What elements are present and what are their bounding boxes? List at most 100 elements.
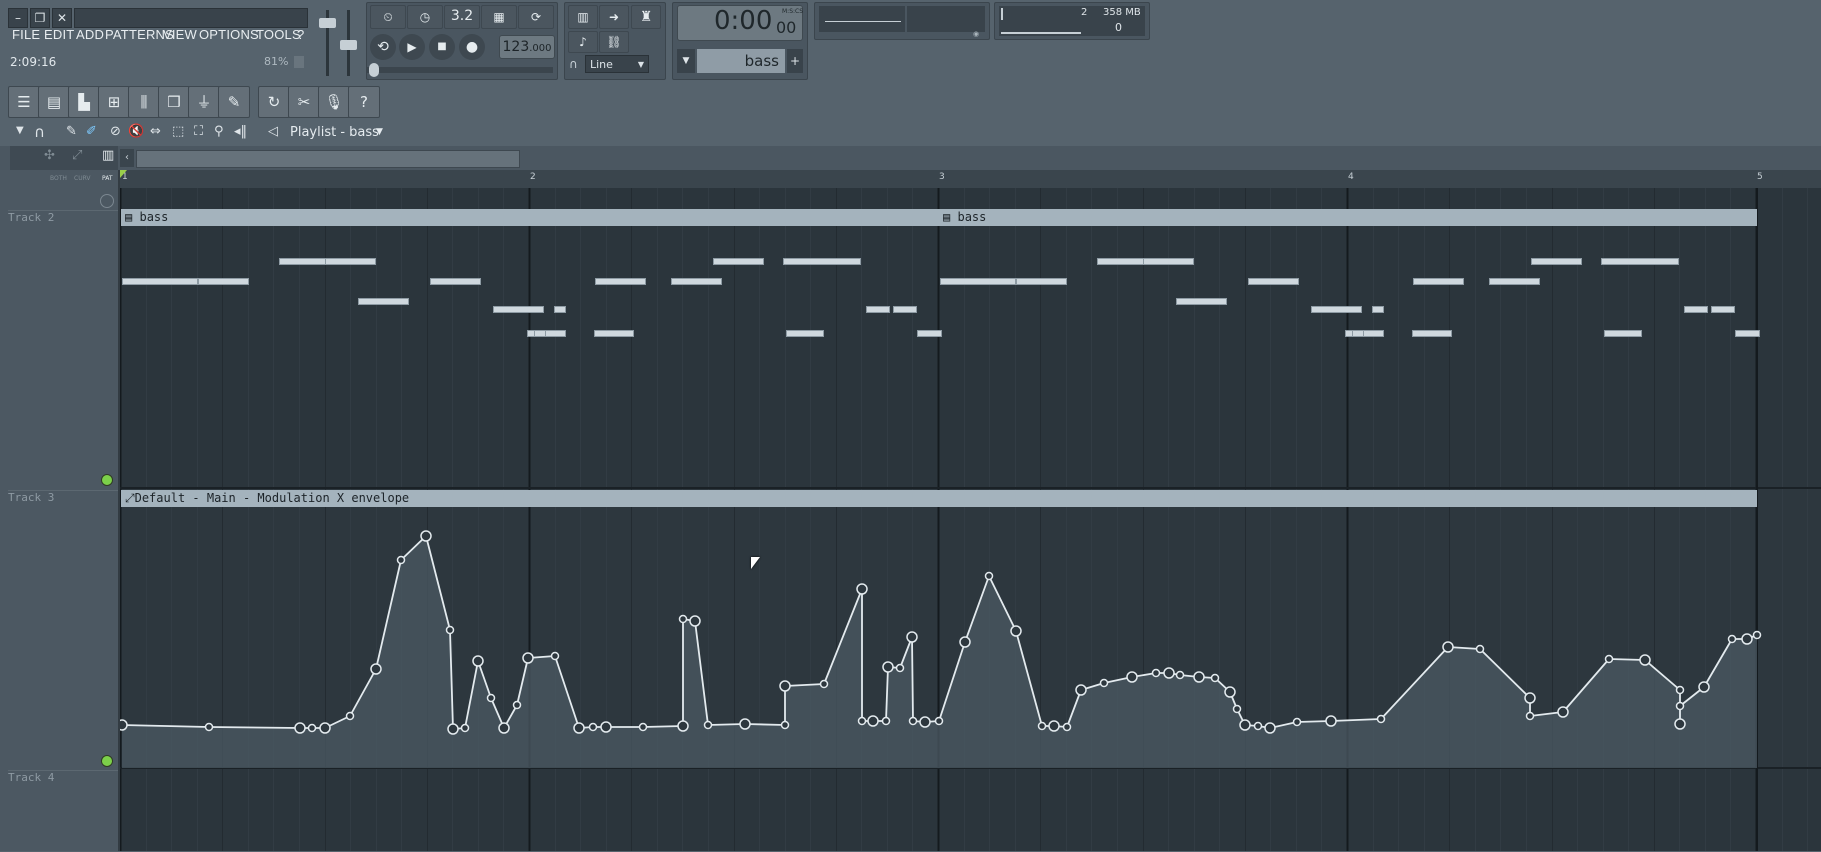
- menu-options[interactable]: OPTIONS: [199, 24, 259, 46]
- scope-toggle-icon[interactable]: ◉: [973, 30, 983, 38]
- playlist-icon[interactable]: ☰: [8, 86, 40, 118]
- menu-help[interactable]: ?: [297, 24, 304, 46]
- link-icon[interactable]: ⛓: [599, 31, 629, 53]
- envelope-tension-handle: [1037, 721, 1047, 731]
- stop-icon[interactable]: ■: [429, 34, 455, 60]
- step-edit-icon[interactable]: ▦: [481, 5, 517, 29]
- pattern-prev-icon[interactable]: ▼: [677, 49, 695, 73]
- envelope-tension-handle: [396, 555, 406, 565]
- loop-record-icon[interactable]: ⟳: [518, 5, 554, 29]
- tempo-tap-icon[interactable]: ⏲: [370, 5, 406, 29]
- master-pitch-slider[interactable]: [340, 40, 357, 50]
- delete-icon[interactable]: ⊘: [110, 124, 121, 139]
- snap-select[interactable]: Line ▼: [585, 55, 649, 73]
- select-icon[interactable]: ⛶: [194, 124, 203, 139]
- plugin-icon[interactable]: ⏚: [188, 86, 220, 118]
- chevron-down-icon: ▼: [637, 60, 644, 69]
- envelope-tension-handle: [1475, 644, 1485, 654]
- song-position-bar[interactable]: [367, 67, 553, 73]
- menu-view[interactable]: VIEW: [163, 24, 197, 46]
- slip-icon[interactable]: ⇔: [150, 124, 161, 139]
- envelope-tension-handle: [1151, 668, 1161, 678]
- envelope-point: [1264, 722, 1276, 734]
- brush-icon[interactable]: ✐: [86, 124, 97, 139]
- track-add-icon[interactable]: [100, 194, 114, 208]
- play-icon[interactable]: ▶: [399, 34, 425, 60]
- envelope-point: [1048, 720, 1060, 732]
- metronome-clock-icon[interactable]: ◷: [407, 5, 443, 29]
- channel-rack-icon[interactable]: ▤: [38, 86, 70, 118]
- automation-envelope[interactable]: [120, 188, 1821, 851]
- slice-icon[interactable]: ⬚: [172, 124, 184, 139]
- mixer-icon[interactable]: ⫼: [128, 86, 160, 118]
- pattern-step-display[interactable]: 3.2: [444, 5, 480, 29]
- envelope-tension-handle: [307, 723, 317, 733]
- zoom-icon[interactable]: ⚲: [214, 124, 224, 139]
- piano-icon[interactable]: ▥: [568, 5, 598, 29]
- mode-label-pat[interactable]: PAT: [102, 175, 113, 182]
- playlist-menu-icon[interactable]: ▼: [16, 125, 24, 136]
- track-header-4[interactable]: Track 4: [8, 770, 118, 852]
- envelope-tension-handle: [588, 722, 598, 732]
- pattern-selector[interactable]: bass: [697, 49, 785, 73]
- envelope-point: [600, 721, 612, 733]
- playback-icon[interactable]: ◂‖: [234, 124, 247, 139]
- envelope-point: [906, 631, 918, 643]
- track-2-active-icon[interactable]: [101, 474, 113, 486]
- horizontal-scrollbar[interactable]: [136, 150, 520, 168]
- curve-icon[interactable]: ⤢: [72, 148, 82, 163]
- snap-panel: ▥ ➜ ♜ ♪ ⛓ ∩ Line ▼: [564, 2, 666, 80]
- mode-label-curv[interactable]: CURV: [74, 175, 91, 182]
- song-position-handle[interactable]: [369, 63, 379, 77]
- audio-icon[interactable]: ✣: [44, 148, 55, 163]
- mode-label-both[interactable]: BOTH: [50, 175, 67, 182]
- menu-tools[interactable]: TOOLS: [256, 24, 301, 46]
- envelope-tension-handle: [1232, 704, 1242, 714]
- loop-icon[interactable]: ⟲: [370, 34, 396, 60]
- envelope-tension-handle: [204, 722, 214, 732]
- tempo-display[interactable]: 123.000: [499, 35, 555, 59]
- envelope-tension-handle: [1752, 630, 1762, 640]
- track-3-active-icon[interactable]: [101, 755, 113, 767]
- magnet-icon[interactable]: ∩: [569, 57, 583, 71]
- magnet-icon[interactable]: ∩: [34, 123, 45, 141]
- playlist-title[interactable]: Playlist - bass: [290, 125, 379, 140]
- time-panel: 0:00 00 M:S:CS ▼ bass +: [672, 2, 808, 80]
- song-time: 2:09:16: [10, 55, 57, 69]
- playlist-grid[interactable]: ▤ bass ▤ bass ⤢Default - Main - Modulati…: [120, 188, 1821, 851]
- microphone-icon[interactable]: 🎙: [318, 86, 350, 118]
- mute-icon[interactable]: 🔇: [128, 124, 144, 139]
- performance-meter: 2 358 MB 0: [999, 6, 1145, 36]
- scroll-left-icon[interactable]: ‹: [120, 149, 134, 167]
- scissors-icon[interactable]: ✂: [288, 86, 320, 118]
- menu-add[interactable]: ADD: [76, 24, 104, 46]
- timeline-ruler[interactable]: 1 2 3 4 5: [120, 170, 1821, 188]
- bar-5: 5: [1757, 172, 1763, 182]
- pencil-icon[interactable]: ✎: [66, 124, 77, 139]
- master-volume-slider[interactable]: [319, 18, 336, 28]
- envelope-point: [919, 716, 931, 728]
- record-icon[interactable]: ●: [459, 34, 485, 60]
- track-header-2[interactable]: Track 2: [8, 210, 118, 489]
- playhead-marker[interactable]: [120, 170, 127, 178]
- metronome-icon[interactable]: ♜: [631, 5, 661, 29]
- project-icon[interactable]: ❒: [158, 86, 190, 118]
- chevron-down-icon[interactable]: ▼: [376, 127, 383, 137]
- pin-icon[interactable]: ✎: [218, 86, 250, 118]
- pencil-typing-icon[interactable]: ♪: [568, 31, 598, 53]
- pattern-icon[interactable]: ▥: [102, 148, 114, 163]
- arrow-right-icon[interactable]: ➜: [599, 5, 629, 29]
- envelope-tension-handle: [345, 711, 355, 721]
- piano-roll-icon[interactable]: ▙: [68, 86, 100, 118]
- envelope-tension-handle: [1675, 701, 1685, 711]
- help-icon[interactable]: ?: [348, 86, 380, 118]
- menu-file[interactable]: FILE: [12, 24, 40, 46]
- track-header-3[interactable]: Track 3: [8, 490, 118, 771]
- envelope-point: [1163, 667, 1175, 679]
- time-display[interactable]: 0:00 00 M:S:CS: [677, 5, 803, 41]
- browser-icon[interactable]: ⊞: [98, 86, 130, 118]
- envelope-point: [1674, 718, 1686, 730]
- undo-history-icon[interactable]: ↻: [258, 86, 290, 118]
- add-pattern-icon[interactable]: +: [787, 49, 803, 73]
- menu-edit[interactable]: EDIT: [44, 24, 74, 46]
